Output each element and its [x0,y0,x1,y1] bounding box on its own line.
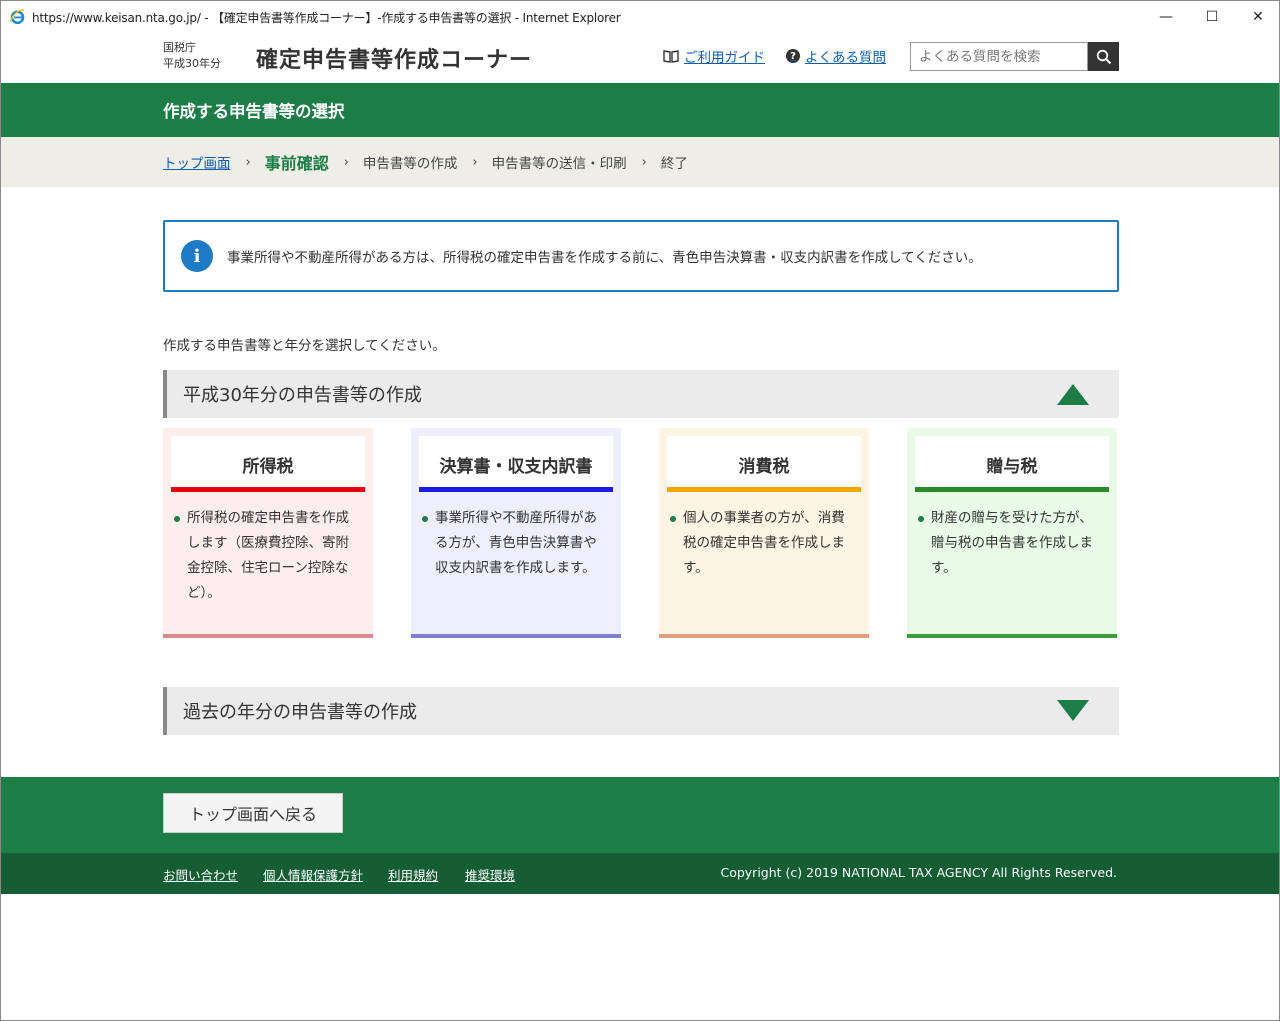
search-icon [1096,49,1111,64]
agency-name: 国税庁 [163,41,196,54]
footer-top: トップ画面へ戻る [1,777,1279,853]
window-title: https://www.keisan.nta.go.jp/ - 【確定申告書等作… [32,11,621,25]
faq-link[interactable]: ? よくある質問 [786,46,886,66]
minimize-button[interactable]: — [1143,1,1189,32]
site-title: 確定申告書等作成コーナー [256,48,533,73]
card-accent-bar [667,487,861,492]
footer-link-environment[interactable]: 推奨環境 [465,865,515,884]
footer-bottom: お問い合わせ 個人情報保護方針 利用規約 推奨環境 Copyright (c) … [1,853,1279,894]
footer-link-terms[interactable]: 利用規約 [388,865,438,884]
back-to-top-button[interactable]: トップ画面へ戻る [163,793,343,833]
breadcrumb-separator: › [472,154,478,170]
breadcrumb-current-step: 事前確認 [264,154,329,173]
tax-year: 平成30年分 [163,57,221,70]
guide-link-label: ご利用ガイド [684,50,765,66]
copyright: Copyright (c) 2019 NATIONAL TAX AGENCY A… [720,865,1117,880]
card-description: 個人の事業者の方が、消費税の確定申告書を作成します。 [683,510,845,576]
page-title-band: 作成する申告書等の選択 [1,83,1279,137]
card-title: 決算書・収支内訳書 [419,436,613,492]
book-icon [663,50,679,63]
card-description: 財産の贈与を受けた方が、贈与税の申告書を作成します。 [931,510,1093,576]
instruction-text: 作成する申告書等と年分を選択してください。 [163,338,446,354]
info-icon: i [181,240,213,272]
breadcrumb-step-finish: 終了 [660,156,688,172]
bullet-dot [670,516,676,522]
card-accent-bar [419,487,613,492]
current-year-accordion-title: 平成30年分の申告書等の作成 [183,385,422,406]
breadcrumb-top-link[interactable]: トップ画面 [163,152,231,172]
current-year-accordion[interactable]: 平成30年分の申告書等の作成 [163,370,1119,418]
page-title: 作成する申告書等の選択 [163,102,345,121]
internet-explorer-icon [10,9,25,25]
card-gift-tax[interactable]: 贈与税財産の贈与を受けた方が、贈与税の申告書を作成します。 [907,428,1117,638]
expand-triangle-icon [1057,700,1089,721]
card-accent-bar [915,487,1109,492]
collapse-triangle-icon [1057,384,1089,405]
card-bottom-border [659,634,869,638]
breadcrumb-separator: › [641,154,647,170]
info-text: 事業所得や不動産所得がある方は、所得税の確定申告書を作成する前に、青色申告決算書… [227,250,982,266]
card-bottom-border [411,634,621,638]
card-income-tax[interactable]: 所得税所得税の確定申告書を作成します（医療費控除、寄附金控除、住宅ローン控除など… [163,428,373,638]
breadcrumb-separator: › [343,154,349,170]
breadcrumb-step-create: 申告書等の作成 [362,156,458,172]
close-button[interactable]: ✕ [1235,1,1280,32]
site-header: 国税庁 平成30年分 確定申告書等作成コーナー ご利用ガイド ? よくある質問 [1,32,1279,83]
maximize-button[interactable]: ☐ [1189,1,1235,32]
title-bar: https://www.keisan.nta.go.jp/ - 【確定申告書等作… [1,1,1279,32]
search-button[interactable] [1088,42,1119,71]
card-title: 所得税 [171,436,365,492]
card-title: 消費税 [667,436,861,492]
card-bottom-border [163,634,373,638]
bullet-dot [174,516,180,522]
card-accent-bar [171,487,365,492]
card-description: 所得税の確定申告書を作成します（医療費控除、寄附金控除、住宅ローン控除など）。 [187,510,349,601]
question-icon: ? [786,49,800,63]
breadcrumb: トップ画面 › 事前確認 › 申告書等の作成 › 申告書等の送信・印刷 › 終了 [1,137,1279,187]
bullet-dot [422,516,428,522]
card-description: 事業所得や不動産所得がある方が、青色申告決算書や収支内訳書を作成します。 [435,510,597,576]
agency-label: 国税庁 平成30年分 [163,40,221,72]
faq-link-label: よくある質問 [805,50,886,66]
footer-link-privacy[interactable]: 個人情報保護方針 [263,865,363,884]
card-financial-statement[interactable]: 決算書・収支内訳書事業所得や不動産所得がある方が、青色申告決算書や収支内訳書を作… [411,428,621,638]
card-title: 贈与税 [915,436,1109,492]
card-bottom-border [907,634,1117,638]
past-years-accordion[interactable]: 過去の年分の申告書等の作成 [163,687,1119,735]
past-years-accordion-title: 過去の年分の申告書等の作成 [183,702,417,723]
breadcrumb-step-send-print: 申告書等の送信・印刷 [491,156,627,172]
footer-link-contact[interactable]: お問い合わせ [163,865,238,884]
breadcrumb-separator: › [245,154,251,170]
bullet-dot [918,516,924,522]
card-consumption-tax[interactable]: 消費税個人の事業者の方が、消費税の確定申告書を作成します。 [659,428,869,638]
browser-window: https://www.keisan.nta.go.jp/ - 【確定申告書等作… [0,0,1280,1021]
guide-link[interactable]: ご利用ガイド [663,46,765,66]
faq-search-input[interactable] [910,42,1088,71]
info-notice: i 事業所得や不動産所得がある方は、所得税の確定申告書を作成する前に、青色申告決… [163,220,1119,292]
